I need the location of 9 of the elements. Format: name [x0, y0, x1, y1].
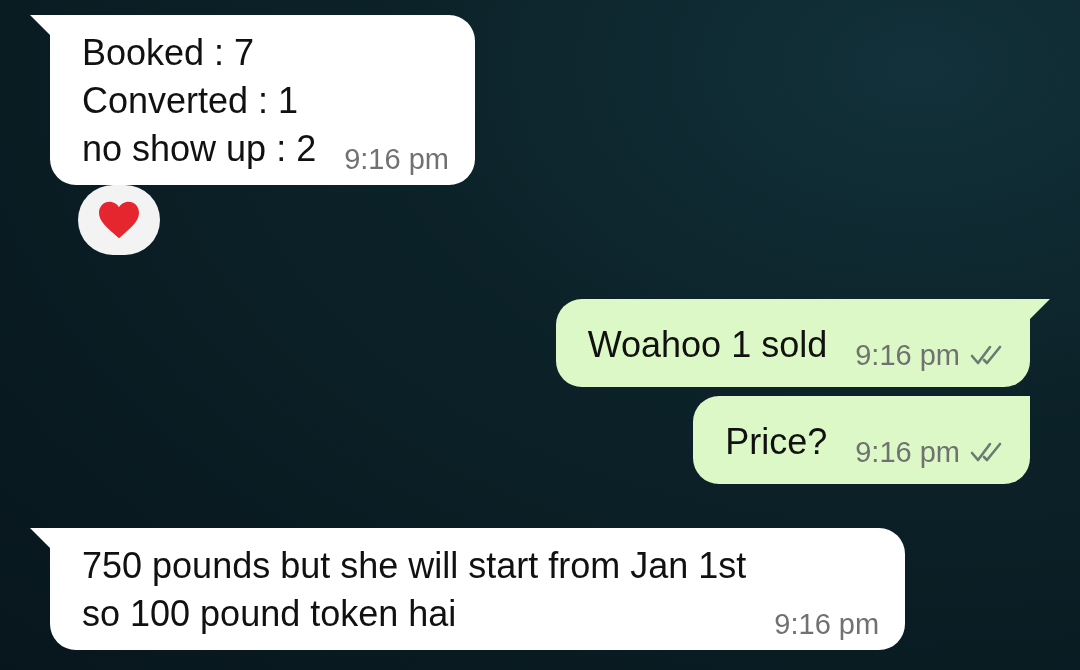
message-text: Woahoo 1 sold — [587, 323, 828, 367]
message-text: Price? — [725, 420, 828, 464]
message-text: Booked : 7 Converted : 1 no show up : 2 — [82, 31, 317, 171]
message-text: 750 pounds but she will start from Jan 1st so 100 pound token hai — [82, 544, 747, 636]
message-time: 9:16 pm — [855, 435, 960, 470]
message-time: 9:16 pm — [344, 142, 449, 177]
message-time: 9:16 pm — [855, 338, 960, 373]
message-time: 9:16 pm — [774, 607, 880, 642]
heart-icon — [97, 200, 141, 240]
